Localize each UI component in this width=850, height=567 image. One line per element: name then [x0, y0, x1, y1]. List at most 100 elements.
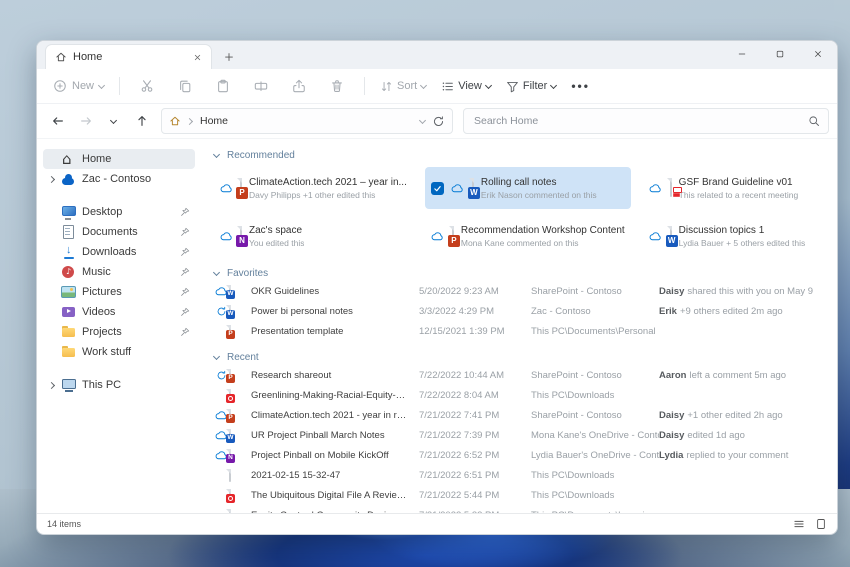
close-button[interactable]: [799, 41, 837, 67]
delete-button[interactable]: [318, 72, 356, 100]
chevron-down-icon: [99, 83, 105, 89]
tab-home[interactable]: Home: [45, 44, 212, 69]
sidebar-item[interactable]: Documents: [43, 222, 195, 242]
refresh-icon[interactable]: [432, 115, 445, 128]
section-header-favorites[interactable]: Favorites: [213, 265, 827, 281]
sidebar-item-icon: [61, 285, 77, 300]
toolbar-divider: [119, 77, 121, 95]
sort-label: Sort: [397, 80, 418, 92]
recommended-card[interactable]: N Zac's space You edited this: [213, 215, 413, 257]
sidebar-item[interactable]: Zac - Contoso: [43, 169, 195, 189]
file-name: 2021-02-15 15-32-47: [251, 469, 341, 481]
recommended-card[interactable]: P ClimateAction.tech 2021 – year in... D…: [213, 167, 413, 209]
favorite-file-row[interactable]: P Presentation template 12/15/2021 1:39 …: [213, 321, 827, 341]
file-icon: [226, 388, 251, 403]
recommended-card[interactable]: W Discussion topics 1 Lydia Bauer + 5 ot…: [643, 215, 827, 257]
see-more-button[interactable]: •••: [564, 72, 597, 100]
section-header-recommended[interactable]: Recommended: [213, 147, 827, 163]
recent-file-row[interactable]: P Research shareout 7/22/2022 10:44 AM S…: [213, 365, 827, 385]
sidebar-item[interactable]: Projects: [43, 322, 195, 342]
recent-file-row[interactable]: 2021-02-15 15-32-47 7/21/2022 6:51 PM Th…: [213, 465, 827, 485]
file-icon: N: [226, 448, 251, 463]
recent-file-row[interactable]: N Project Pinball on Mobile KickOff 7/21…: [213, 445, 827, 465]
recommended-card[interactable]: P Recommendation Workshop Content Mona K…: [425, 215, 631, 257]
file-activity: [659, 390, 827, 401]
sidebar-item[interactable]: Work stuff: [43, 342, 195, 362]
sidebar-item[interactable]: Pictures: [43, 282, 195, 302]
sort-button[interactable]: Sort: [373, 72, 434, 100]
file-date: 7/21/2022 5:44 PM: [419, 489, 500, 501]
cut-button[interactable]: [128, 72, 166, 100]
chevron-down-icon: [486, 83, 492, 89]
checkbox-checked-icon[interactable]: [430, 181, 444, 195]
sidebar-item[interactable]: Videos: [43, 302, 195, 322]
file-icon: N: [236, 226, 248, 247]
file-location: SharePoint - Contoso: [531, 285, 622, 297]
file-activity: Mona Kane commented on this: [460, 237, 579, 248]
file-activity: Davy Philipps +1 other edited this: [249, 189, 376, 200]
up-button[interactable]: [129, 108, 155, 134]
sidebar-item-icon: [61, 205, 77, 220]
file-activity: This related to a recent meeting: [678, 189, 799, 200]
sidebar-item[interactable]: Desktop: [43, 202, 195, 222]
expand-chevron-icon[interactable]: [47, 174, 56, 184]
sidebar-item-icon: [61, 172, 77, 187]
minimize-button[interactable]: [723, 41, 761, 67]
file-date: 7/21/2022 6:51 PM: [419, 469, 500, 481]
filter-label: Filter: [522, 80, 548, 92]
cloud-status-icon: [451, 183, 465, 193]
file-date: 3/3/2022 4:29 PM: [419, 305, 494, 317]
copy-button[interactable]: [166, 72, 204, 100]
expand-chevron-icon[interactable]: [47, 380, 56, 390]
sidebar-item[interactable]: Music: [43, 262, 195, 282]
file-name: Research shareout: [251, 369, 332, 381]
search-box[interactable]: [463, 108, 829, 134]
recent-file-row[interactable]: Greenlining-Making-Racial-Equity-Rea... …: [213, 385, 827, 405]
section-title: Recent: [227, 351, 259, 363]
recommended-card[interactable]: W Rolling call notes Erik Nason commente…: [424, 167, 631, 209]
address-bar[interactable]: Home: [161, 108, 453, 134]
sidebar-item[interactable]: Home: [43, 149, 195, 169]
filter-button[interactable]: Filter: [499, 72, 564, 100]
thumbnail-view-icon[interactable]: [815, 518, 827, 530]
sidebar-item[interactable]: Downloads: [43, 242, 195, 262]
file-activity: [659, 326, 827, 337]
recent-file-row[interactable]: W UR Project Pinball March Notes 7/21/20…: [213, 425, 827, 445]
breadcrumb[interactable]: Home: [200, 115, 228, 127]
file-name: ClimateAction.tech 2021 - year in review: [251, 409, 419, 421]
favorite-file-row[interactable]: W Power bi personal notes 3/3/2022 4:29 …: [213, 301, 827, 321]
section-title: Recommended: [227, 149, 295, 161]
rename-button[interactable]: [242, 72, 280, 100]
new-button[interactable]: New: [47, 72, 111, 100]
recent-file-row[interactable]: P ClimateAction.tech 2021 - year in revi…: [213, 405, 827, 425]
recent-locations-button[interactable]: [101, 108, 127, 134]
share-button[interactable]: [280, 72, 318, 100]
section-header-recent[interactable]: Recent: [213, 349, 827, 365]
favorite-file-row[interactable]: W OKR Guidelines 5/20/2022 9:23 AM Share…: [213, 281, 827, 301]
sidebar-item-label: This PC: [82, 379, 122, 391]
plus-circle-icon: [54, 80, 66, 92]
sidebar-item-label: Documents: [82, 226, 138, 238]
details-view-icon[interactable]: [793, 518, 805, 530]
file-activity: Erik +9 others edited 2m ago: [659, 305, 783, 317]
window-body: Home Zac - Contoso Desktop: [37, 139, 837, 513]
back-button[interactable]: [45, 108, 71, 134]
recent-file-row[interactable]: The Ubiquitous Digital File A Review o..…: [213, 485, 827, 505]
file-name: GSF Brand Guideline v01: [678, 176, 793, 188]
tab-close-icon[interactable]: [189, 49, 205, 65]
forward-button[interactable]: [73, 108, 99, 134]
chevron-down-icon[interactable]: [420, 118, 426, 124]
view-button[interactable]: View: [434, 72, 499, 100]
search-input[interactable]: [472, 114, 808, 128]
new-tab-button[interactable]: [218, 47, 240, 67]
sidebar-item[interactable]: This PC: [43, 375, 195, 395]
maximize-button[interactable]: [761, 41, 799, 67]
paste-button[interactable]: [204, 72, 242, 100]
recommended-card[interactable]: GSF Brand Guideline v01 This related to …: [643, 167, 827, 209]
card-texts: Zac's space You edited this: [249, 225, 304, 248]
recent-file-row[interactable]: W Equity Centred Community Design 7/21/2…: [213, 505, 827, 513]
pin-icon: [179, 327, 191, 337]
sidebar-item-icon: [61, 224, 77, 240]
file-location: SharePoint - Contoso: [531, 369, 622, 381]
sidebar-item-label: Downloads: [82, 246, 137, 258]
